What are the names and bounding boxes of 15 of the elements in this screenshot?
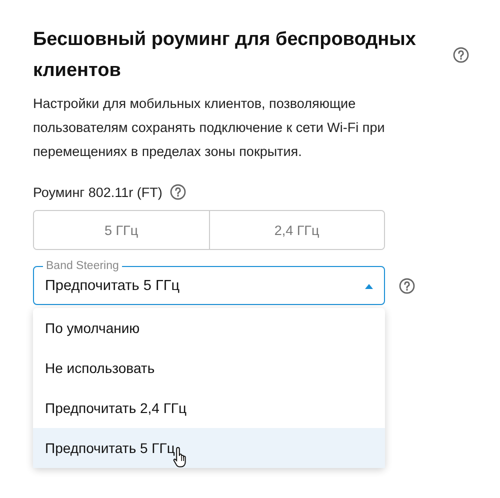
help-icon[interactable]	[399, 278, 415, 294]
caret-icon	[365, 284, 373, 288]
hand-cursor-icon	[173, 446, 189, 468]
band-steering-select[interactable]: Band Steering Предпочитать 5 ГГц	[33, 259, 385, 305]
roaming-label: Роуминг 802.11r (FT)	[33, 184, 162, 200]
section-title: Бесшовный роуминг для беспроводных клиентов	[33, 28, 417, 83]
dropdown-option[interactable]: Не использовать	[33, 348, 385, 388]
dropdown-option[interactable]: Предпочитать 5 ГГц	[33, 428, 385, 468]
help-icon[interactable]	[453, 47, 469, 63]
band-segment[interactable]: 2,4 ГГц	[208, 211, 384, 249]
dropdown-option[interactable]: По умолчанию	[33, 308, 385, 348]
select-label: Band Steering	[43, 259, 122, 273]
help-icon[interactable]	[170, 184, 186, 200]
dropdown-option[interactable]: Предпочитать 2,4 ГГц	[33, 388, 385, 428]
section-description: Настройки для мобильных клиентов, позволяющие пользователям сохранять подключение к сети Wi-Fi при перемещениях в пределах зоны покрытия.	[33, 95, 386, 161]
